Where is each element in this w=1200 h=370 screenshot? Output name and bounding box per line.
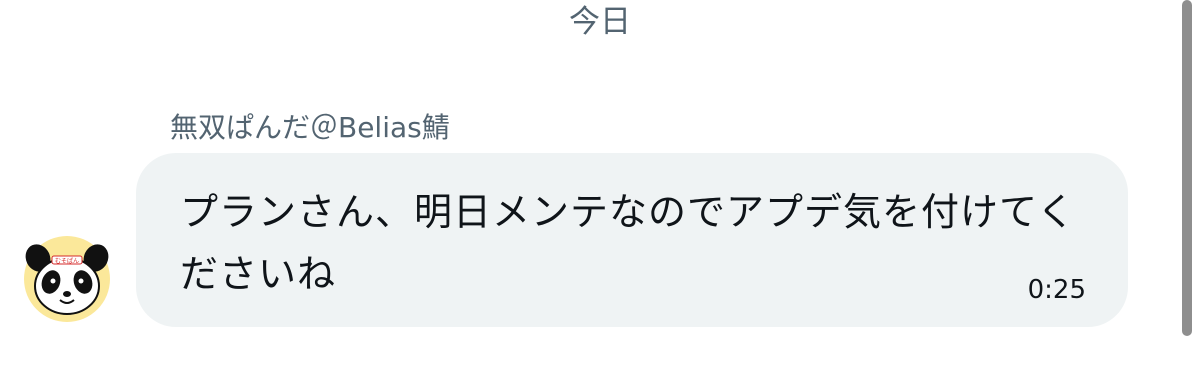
scrollbar[interactable] [1182, 0, 1192, 336]
sender-avatar[interactable]: むそぱん [24, 236, 110, 322]
panda-avatar-icon: むそぱん [24, 236, 110, 322]
avatar-badge-text: むそぱん [55, 258, 79, 265]
sender-name[interactable]: 無双ぱんだ＠Belias鯖 [170, 108, 450, 148]
message-bubble[interactable]: プランさん、明日メンテなのでアプデ気を付けてくださいね 0:25 [136, 153, 1128, 327]
message-text: プランさん、明日メンテなのでアプデ気を付けてくださいね [180, 190, 1076, 296]
message-timestamp: 0:25 [1027, 275, 1086, 305]
dm-conversation: 今日 無双ぱんだ＠Belias鯖 むそぱん プランさん、明日メンテなのでアプデ気… [0, 0, 1200, 370]
date-divider: 今日 [569, 4, 631, 40]
